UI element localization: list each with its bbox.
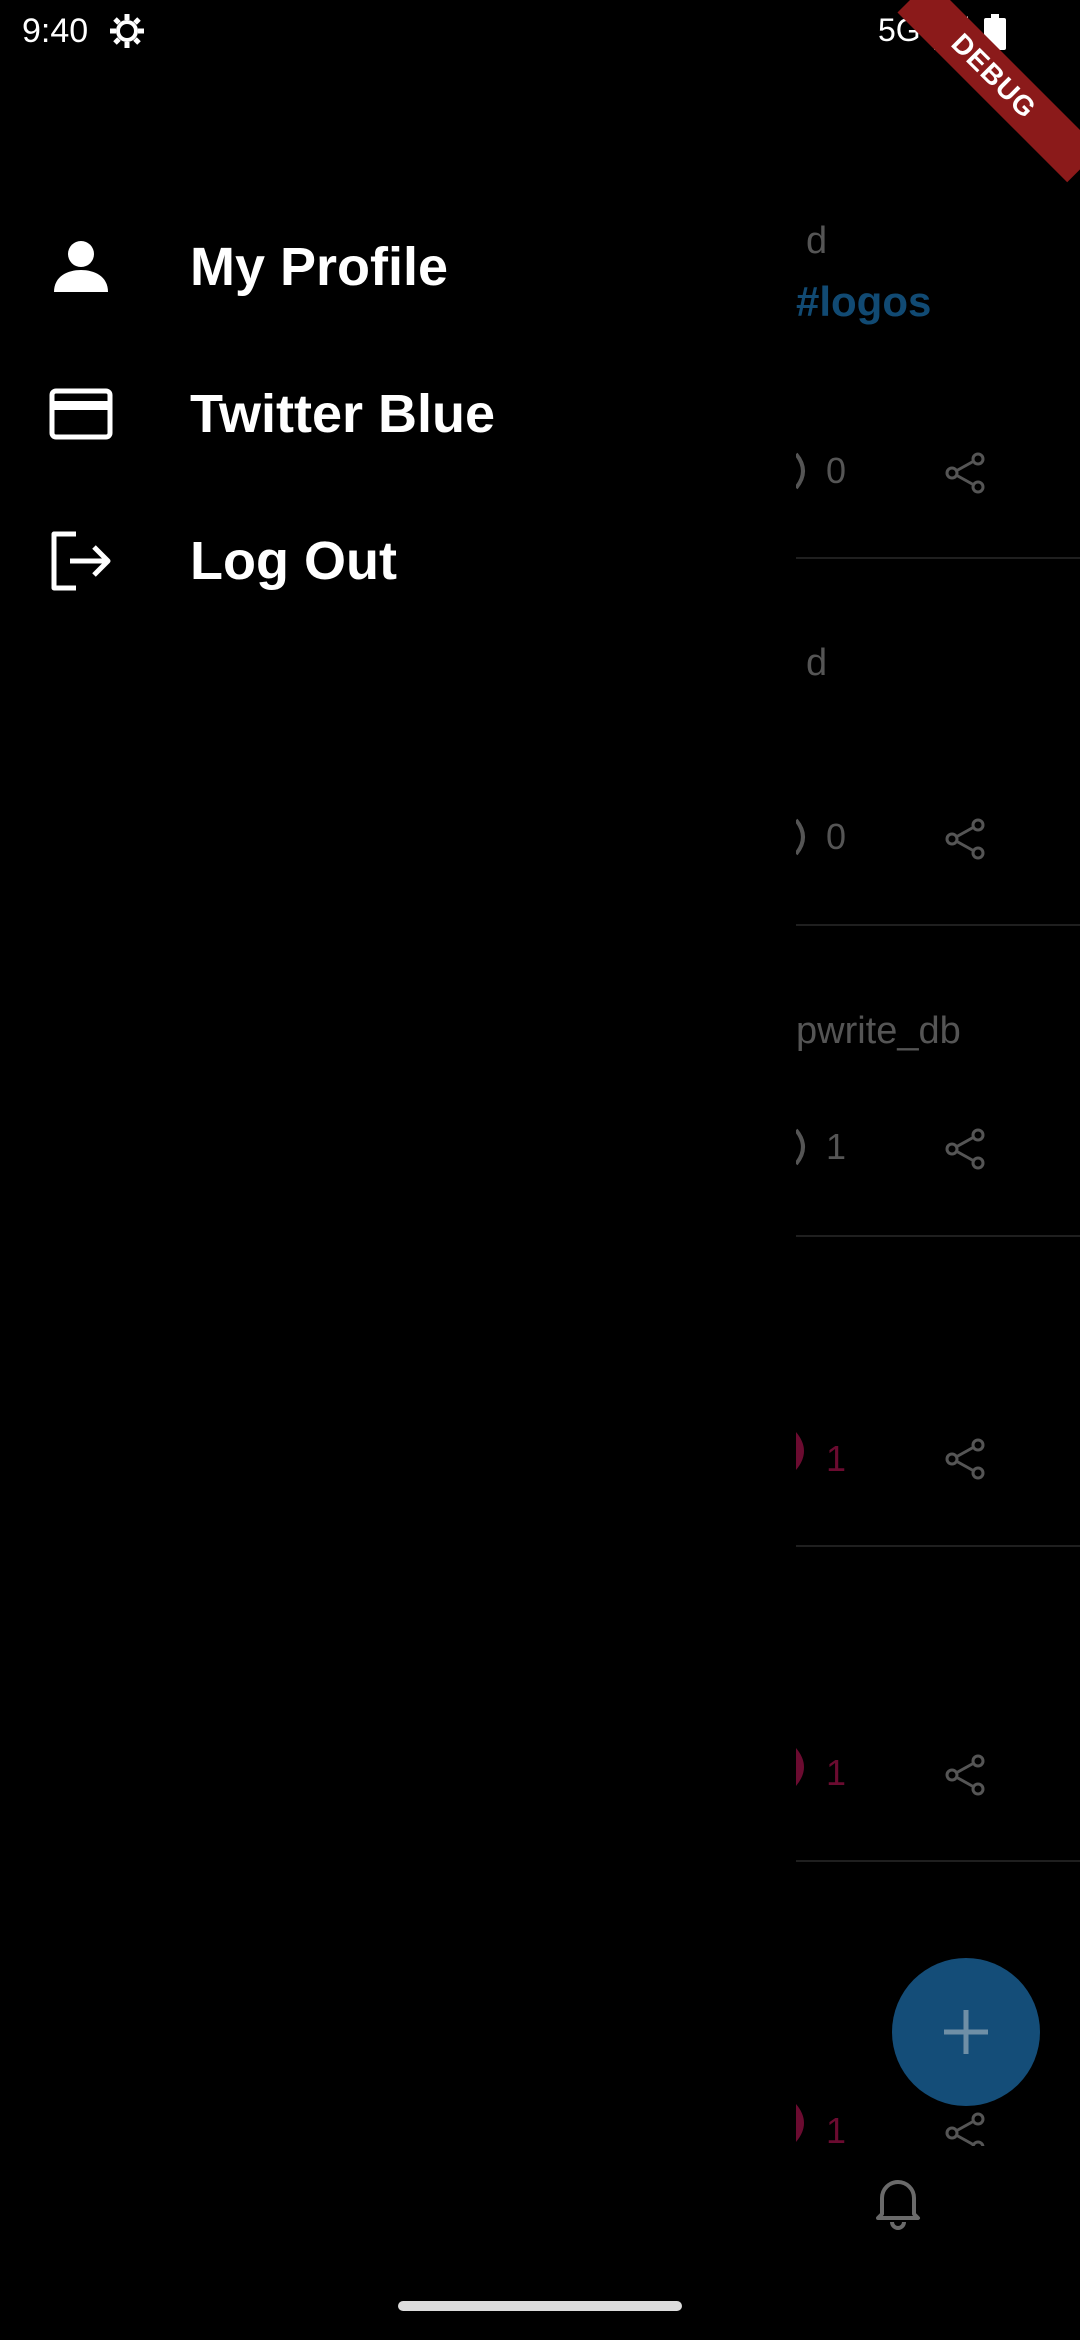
bottom-nav-bar [796, 2146, 1080, 2340]
drawer-item-label: My Profile [190, 237, 449, 297]
like-count: 1 [826, 1752, 847, 1793]
comment-count: 0 [826, 450, 847, 491]
home-indicator[interactable] [398, 2301, 682, 2311]
drawer-item-twitter-blue[interactable]: Twitter Blue [0, 355, 796, 473]
tweet-text-fragment: d [806, 642, 828, 684]
drawer-item-label: Twitter Blue [190, 384, 496, 444]
logout-icon [51, 531, 111, 591]
bell-icon[interactable] [872, 2174, 924, 2230]
credit-card-icon [49, 388, 113, 440]
heart-icon[interactable] [796, 2104, 812, 2142]
comment-icon[interactable] [796, 452, 812, 490]
gear-icon [110, 14, 144, 48]
share-icon[interactable] [944, 452, 986, 494]
share-icon[interactable] [944, 1438, 986, 1480]
comment-count: 1 [826, 1126, 847, 1167]
person-icon [54, 241, 108, 292]
tweet-text-fragment: pwrite_db [796, 1010, 961, 1052]
drawer-item-label: Log Out [190, 531, 397, 591]
tweet-divider [796, 1860, 1080, 1862]
comment-icon[interactable] [796, 818, 812, 856]
tweet-text-fragment: d [806, 220, 828, 262]
like-count: 1 [826, 1438, 847, 1479]
drawer-item-log-out[interactable]: Log Out [0, 502, 796, 620]
tweet-hashtag[interactable]: #logos [796, 278, 931, 326]
tweet-divider [796, 1235, 1080, 1237]
share-icon[interactable] [944, 1128, 986, 1170]
heart-icon[interactable] [796, 1432, 812, 1470]
tweet-divider [796, 924, 1080, 926]
comment-icon[interactable] [796, 1128, 812, 1166]
new-tweet-fab[interactable] [892, 1958, 1040, 2106]
share-icon[interactable] [944, 1754, 986, 1796]
heart-icon[interactable] [796, 1748, 812, 1786]
status-time: 9:40 [22, 12, 89, 50]
navigation-drawer: My Profile Twitter Blue Log Out [0, 0, 796, 2340]
plus-icon [944, 2010, 988, 2054]
share-icon[interactable] [944, 818, 986, 860]
drawer-item-my-profile[interactable]: My Profile [0, 208, 796, 326]
tweet-divider [796, 1545, 1080, 1547]
comment-count: 0 [826, 816, 847, 857]
tweet-divider [796, 557, 1080, 559]
